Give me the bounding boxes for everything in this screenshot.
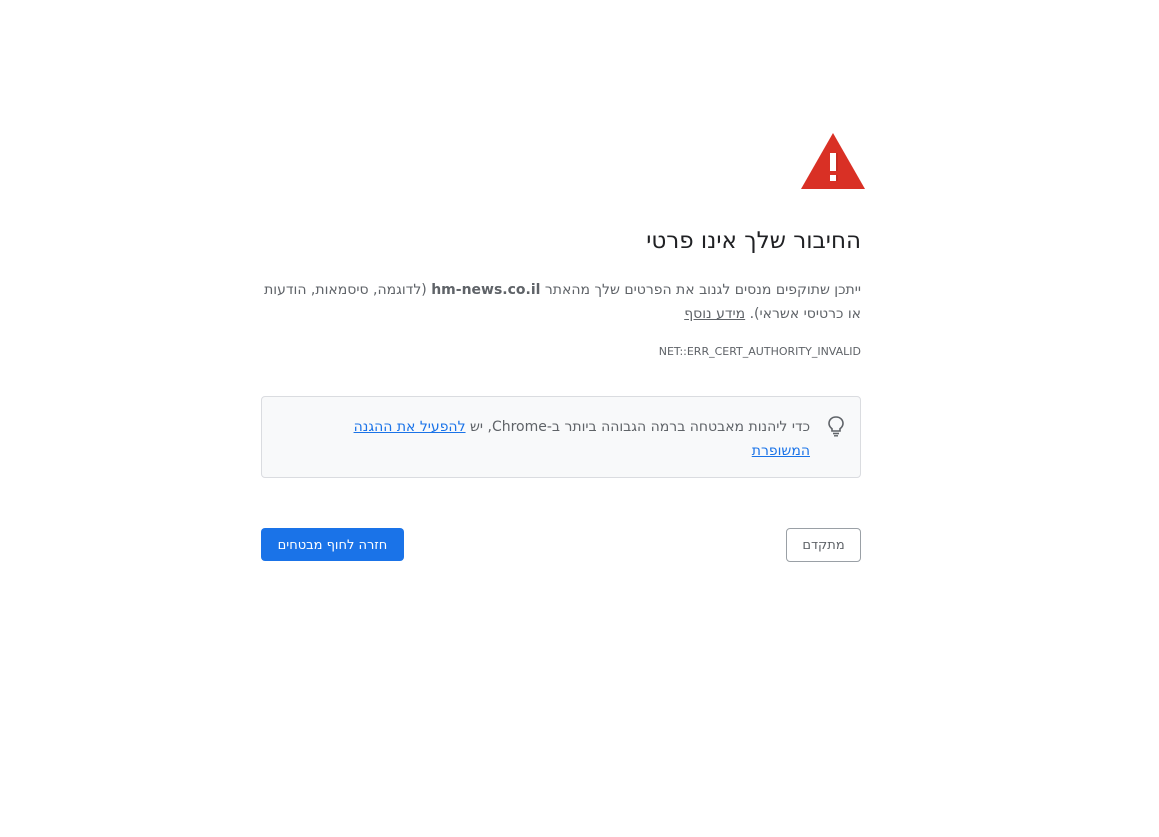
- enhanced-protection-message: כדי ליהנות מאבטחה ברמה הגבוהה ביותר ב-Ch…: [310, 415, 810, 463]
- site-hostname: hm-news.co.il: [431, 282, 541, 298]
- enhanced-protection-text: כדי ליהנות מאבטחה ברמה הגבוהה ביותר ב-Ch…: [465, 419, 810, 435]
- message-text-1: ייתכן שתוקפים מנסים לגנוב את הפרטים שלך …: [540, 282, 861, 298]
- button-row: חזרה לחוף מבטחים מתקדם: [261, 528, 861, 564]
- main-message: ייתכן שתוקפים מנסים לגנוב את הפרטים שלך …: [261, 278, 861, 326]
- enhanced-protection-box: כדי ליהנות מאבטחה ברמה הגבוהה ביותר ב-Ch…: [261, 396, 861, 478]
- lightbulb-icon: [828, 416, 844, 437]
- advanced-button[interactable]: מתקדם: [786, 528, 861, 562]
- error-code: NET::ERR_CERT_AUTHORITY_INVALID: [658, 345, 861, 358]
- page-title: החיבור שלך אינו פרטי: [646, 228, 861, 254]
- learn-more-link[interactable]: מידע נוסף: [684, 306, 745, 322]
- main-content: החיבור שלך אינו פרטי ייתכן שתוקפים מנסים…: [261, 130, 865, 478]
- back-to-safety-button[interactable]: חזרה לחוף מבטחים: [261, 528, 404, 561]
- interstitial-page: החיבור שלך אינו פרטי ייתכן שתוקפים מנסים…: [0, 0, 1159, 837]
- warning-triangle-icon: [801, 133, 865, 189]
